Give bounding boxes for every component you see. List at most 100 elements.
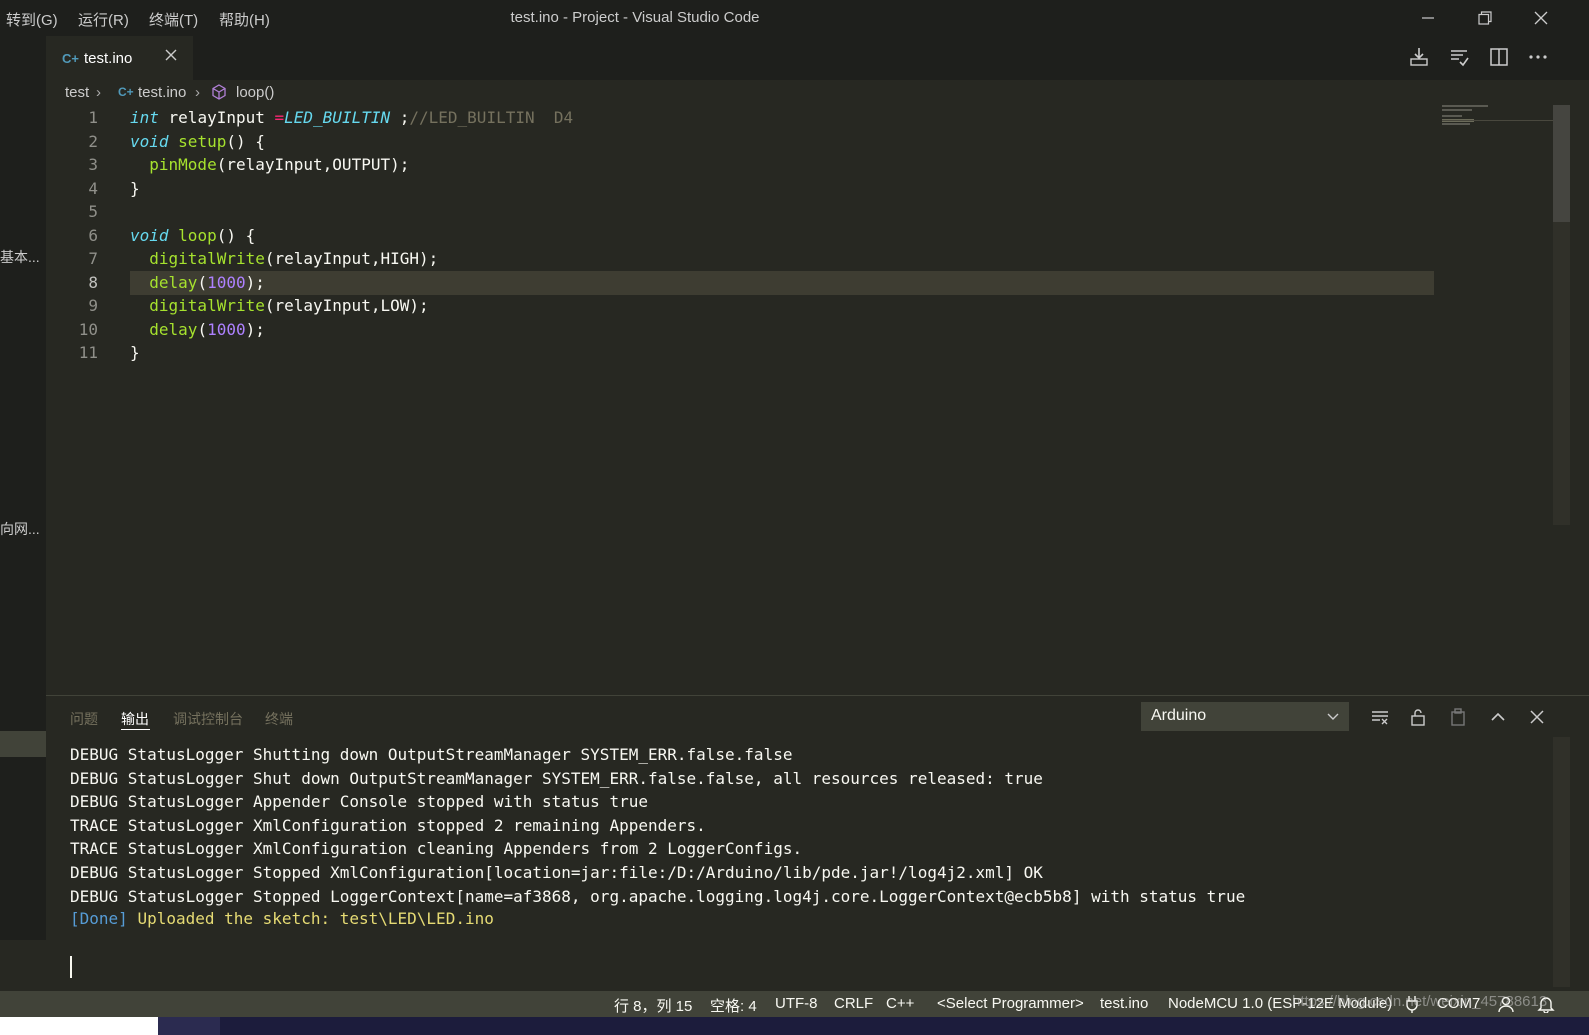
chevron-down-icon — [1327, 713, 1339, 720]
code-token: ( — [197, 272, 208, 292]
lock-scroll-button[interactable] — [1405, 704, 1431, 730]
ellipsis-icon — [1529, 55, 1547, 59]
more-actions-button[interactable] — [1527, 46, 1549, 73]
indentation[interactable]: 空格: 4 — [710, 995, 757, 1016]
chevron-right-icon: › — [96, 84, 101, 101]
split-editor-icon — [1490, 48, 1508, 66]
encoding[interactable]: UTF-8 — [775, 995, 818, 1012]
output-channel-select[interactable]: Arduino — [1141, 702, 1349, 731]
output-panel: 问题 输出 调试控制台 终端 Arduino DEBUG StatusLogge… — [46, 695, 1589, 992]
restore-button[interactable] — [1462, 0, 1508, 36]
split-editor-button[interactable] — [1488, 46, 1510, 73]
open-log-icon — [1451, 708, 1465, 726]
programmer-select[interactable]: <Select Programmer> — [937, 995, 1084, 1012]
minimize-button[interactable] — [1405, 0, 1451, 36]
code-line[interactable]: 11} — [46, 341, 1436, 365]
code-line[interactable]: 1 int relayInput =LED_BUILTIN ;//LED_BUIL… — [46, 106, 1436, 130]
output-line: TRACE StatusLogger XmlConfiguration stop… — [70, 815, 706, 835]
clear-output-button[interactable] — [1367, 704, 1393, 730]
tab-bar: C+ test.ino — [0, 36, 1589, 80]
code-line[interactable]: 8 delay(1000); — [46, 271, 1436, 295]
open-log-button[interactable] — [1445, 704, 1471, 730]
sidebar-selected-row[interactable] — [0, 731, 46, 757]
code-token: pinMode — [149, 155, 217, 174]
code-token: } — [130, 178, 140, 198]
chevron-right-icon: › — [195, 84, 200, 101]
code-token: (relayInput,OUTPUT); — [216, 155, 410, 174]
tab-problems[interactable]: 问题 — [70, 709, 98, 729]
code-line[interactable]: 4} — [46, 177, 1436, 201]
line-code: } — [130, 177, 140, 201]
tab-test-ino[interactable]: C+ test.ino — [46, 36, 193, 80]
cpp-file-icon: C+ — [118, 85, 134, 99]
code-token: digitalWrite — [149, 249, 265, 268]
code-line[interactable]: 10 delay(1000); — [46, 318, 1436, 342]
line-number: 8 — [88, 272, 98, 292]
line-number: 11 — [78, 343, 98, 362]
code-editor[interactable]: 1 int relayInput =LED_BUILTIN ;//LED_BUIL… — [46, 105, 1589, 695]
close-panel-button[interactable] — [1524, 704, 1550, 730]
code-line[interactable]: 7 digitalWrite(relayInput,HIGH); — [46, 247, 1436, 271]
tab-debug-console[interactable]: 调试控制台 — [173, 709, 243, 729]
code-token: digitalWrite — [149, 296, 265, 315]
output-content[interactable]: DEBUG StatusLogger Shutting down OutputS… — [46, 737, 1589, 992]
line-ending[interactable]: CRLF — [834, 995, 873, 1012]
done-message: Uploaded the sketch: test\LED\LED.ino — [137, 909, 494, 928]
method-icon — [211, 84, 227, 104]
upload-icon — [1410, 48, 1428, 66]
done-tag: [Done] — [70, 909, 128, 928]
active-tab-underline — [121, 729, 150, 730]
code-line[interactable]: 5 — [46, 200, 1436, 224]
line-code: int relayInput =LED_BUILTIN ;//LED_BUILT… — [130, 106, 573, 130]
cursor-position[interactable]: 行 8，列 15 — [614, 995, 692, 1016]
output-scrollbar[interactable] — [1553, 737, 1570, 987]
code-token: loop — [178, 225, 217, 245]
code-line[interactable]: 6 void loop() { — [46, 224, 1436, 248]
verify-button[interactable] — [1448, 46, 1470, 73]
code-line[interactable]: 9 digitalWrite(relayInput,LOW); — [46, 294, 1436, 318]
output-line: DEBUG StatusLogger Stopped XmlConfigurat… — [70, 863, 1043, 882]
sidebar-fragment-1[interactable]: 基本... — [0, 247, 40, 267]
tab-close-button[interactable] — [164, 48, 178, 67]
watermark: https://blog.csdn.net/weixin_45788613 — [1292, 993, 1548, 1010]
editor-scrollbar[interactable] — [1553, 105, 1570, 525]
minimap[interactable] — [1442, 105, 1554, 135]
taskbar-strip — [0, 1017, 1589, 1035]
line-code: delay(1000); — [130, 271, 265, 295]
maximize-panel-button[interactable] — [1485, 704, 1511, 730]
close-window-button[interactable] — [1518, 0, 1564, 36]
line-number: 7 — [88, 249, 98, 268]
breadcrumb-symbol[interactable]: loop() — [236, 84, 274, 101]
chevron-up-icon — [1491, 712, 1505, 721]
tab-output[interactable]: 输出 — [121, 709, 149, 729]
close-icon — [165, 49, 177, 61]
verify-icon — [1451, 50, 1469, 67]
line-number: 5 — [88, 202, 98, 221]
tab-label: test.ino — [84, 50, 133, 67]
upload-sketch-button[interactable] — [1408, 46, 1430, 73]
code-token: ); — [245, 319, 265, 339]
tab-terminal[interactable]: 终端 — [265, 709, 293, 729]
code-token: = — [274, 108, 285, 127]
side-bar-strip: 基本... 向网... — [0, 80, 46, 940]
code-line[interactable]: 2 void setup() { — [46, 130, 1436, 154]
output-line: DEBUG StatusLogger Shutting down OutputS… — [70, 745, 793, 764]
output-line: DEBUG StatusLogger Stopped LoggerContext… — [70, 886, 1246, 906]
close-icon — [1534, 11, 1548, 25]
code-token: delay — [149, 319, 198, 339]
line-number: 2 — [88, 131, 98, 151]
code-line[interactable]: 3 pinMode(relayInput,OUTPUT); — [46, 153, 1436, 177]
status-bar: 行 8，列 15 空格: 4 UTF-8 CRLF C++ <Select Pr… — [0, 991, 1589, 1017]
cpp-file-icon: C+ — [62, 51, 79, 66]
sidebar-fragment-2[interactable]: 向网... — [0, 519, 40, 539]
scrollbar-thumb[interactable] — [1553, 105, 1570, 222]
line-code: digitalWrite(relayInput,HIGH); — [130, 247, 438, 271]
breadcrumb-file[interactable]: test.ino — [138, 84, 186, 101]
line-code: void setup() { — [130, 130, 265, 154]
sketch-select[interactable]: test.ino — [1100, 995, 1148, 1012]
output-line: TRACE StatusLogger XmlConfiguration clea… — [70, 839, 803, 859]
breadcrumb-folder[interactable]: test — [65, 84, 89, 101]
language-mode[interactable]: C++ — [886, 995, 914, 1012]
